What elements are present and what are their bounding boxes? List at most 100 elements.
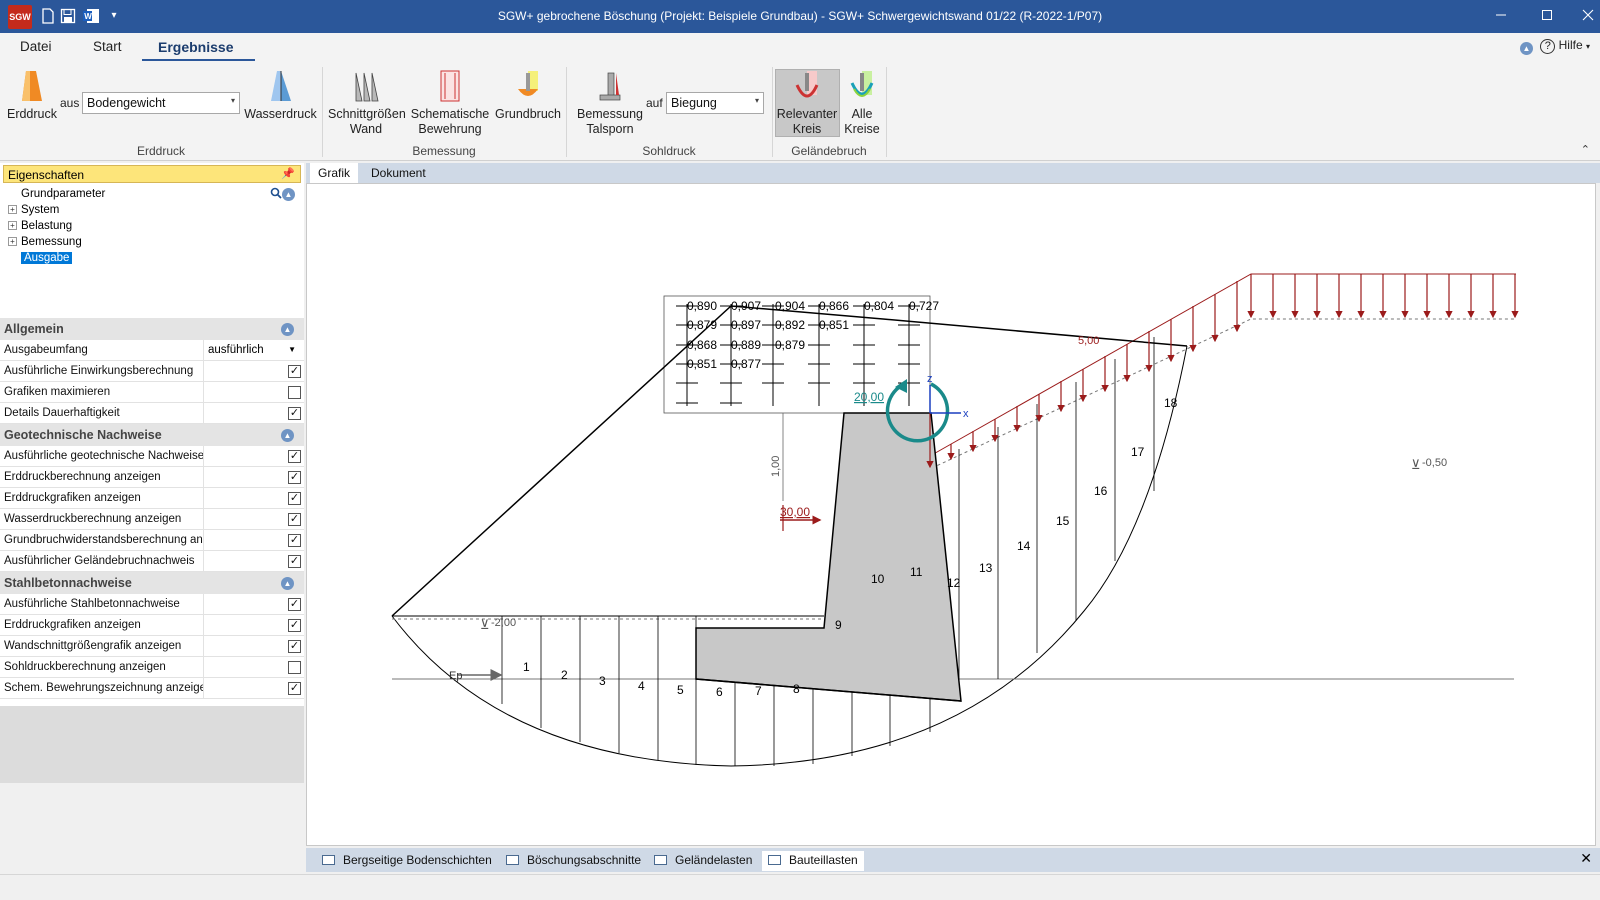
help-link[interactable]: Hilfe [1559, 38, 1583, 52]
auf-select[interactable]: Biegung ▾ [666, 92, 764, 114]
prop-row: Erddruckgrafiken anzeigen ✓ [0, 488, 304, 509]
load-label-5: 5,00 [1078, 335, 1099, 347]
checkbox[interactable]: ✓ [288, 471, 301, 484]
checkbox[interactable]: ✓ [288, 682, 301, 695]
tab-label: Böschungsabschnitte [527, 853, 642, 867]
erddruck-button[interactable]: Erddruck [5, 69, 59, 122]
prop-row: Ausführlicher Geländebruchnachweis ✓ [0, 551, 304, 572]
bemessung-label-2: Talsporn [586, 122, 634, 136]
wasserdruck-button[interactable]: Wasserdruck [243, 69, 318, 122]
checkbox[interactable]: ✓ [288, 598, 301, 611]
collapse-ribbon-icon[interactable]: ⌃ [1581, 143, 1590, 156]
help-icon[interactable]: ? [1540, 39, 1556, 54]
tab-gelaendelasten[interactable]: Geländelasten [648, 851, 758, 871]
group-bemessung-label: Bemessung [412, 144, 476, 158]
chevron-down-icon: ▼ [288, 345, 296, 354]
util-value: 0,892 [775, 318, 805, 332]
status-bar [0, 874, 1600, 900]
prop-row: Ausführliche geotechnische Nachweise ✓ [0, 446, 304, 467]
relevanter-kreis-button[interactable]: Relevanter Kreis [774, 69, 840, 137]
water-pressure-icon [270, 71, 291, 101]
prop-label: Ausgabeumfang [4, 344, 88, 356]
prop-label: Ausführliche Einwirkungsberechnung [4, 365, 194, 377]
collapse-up-icon[interactable]: ▲ [281, 577, 294, 590]
prop-row: Details Dauerhaftigkeit ✓ [0, 403, 304, 424]
checkbox[interactable]: ✓ [288, 534, 301, 547]
relevant-circle-icon [795, 71, 819, 98]
checkbox[interactable]: ✓ [288, 513, 301, 526]
prop-row: Ausführliche Stahlbetonnachweise ✓ [0, 594, 304, 615]
group-sohldruck-label: Sohldruck [642, 144, 696, 158]
graphics-canvas[interactable]: 0,890 0,907 0,904 0,866 0,804 0,727 0,87… [306, 183, 1596, 846]
checkbox[interactable]: ✓ [288, 492, 301, 505]
checkbox[interactable] [288, 386, 301, 399]
util-value: 0,851 [819, 318, 849, 332]
alle-kreise-button[interactable]: Alle Kreise [842, 69, 882, 137]
expand-icon[interactable]: + [8, 205, 17, 214]
checkbox[interactable]: ✓ [288, 640, 301, 653]
maximize-icon[interactable] [1535, 6, 1559, 28]
tab-start[interactable]: Start [93, 39, 122, 54]
tree-node-bemessung[interactable]: + Bemessung [8, 236, 82, 248]
tab-bauteillasten[interactable]: Bauteillasten [762, 851, 864, 871]
grundbruch-button[interactable]: Grundbruch [494, 69, 562, 122]
search-icon[interactable] [270, 187, 282, 202]
collapse-up-icon[interactable]: ▲ [281, 429, 294, 442]
pin-icon[interactable]: 📌 [281, 167, 295, 180]
checkbox[interactable]: ✓ [288, 365, 301, 378]
prop-row: Erddruckgrafiken anzeigen ✓ [0, 615, 304, 636]
prop-label: Ausführliche geotechnische Nachweise [4, 450, 204, 462]
slice-number: 17 [1131, 445, 1145, 459]
expand-icon[interactable]: + [8, 237, 17, 246]
tree-node-ausgabe[interactable]: Ausgabe [8, 252, 73, 264]
section-allgemein[interactable]: Allgemein ▲ [0, 318, 304, 340]
tab-dokument[interactable]: Dokument [363, 163, 434, 183]
checkbox[interactable]: ✓ [288, 450, 301, 463]
collapse-up-icon[interactable]: ▲ [282, 188, 295, 201]
slice-number: 6 [716, 685, 723, 699]
util-value: 0,804 [864, 299, 894, 313]
prop-label: Grafiken maximieren [4, 386, 111, 398]
checkbox[interactable]: ✓ [288, 555, 301, 568]
bemessung-talsporn-button[interactable]: Bemessung Talsporn [572, 69, 648, 137]
help-dropdown-icon[interactable]: ▾ [1586, 42, 1590, 51]
checkbox[interactable]: ✓ [288, 619, 301, 632]
property-tree: Grundparameter + System + Belastung + Bemes… [0, 185, 304, 281]
tab-ergebnisse[interactable]: Ergebnisse [158, 39, 233, 55]
tab-boeschungsabschnitte[interactable]: Böschungsabschnitte [500, 851, 647, 871]
schem-label-2: Bewehrung [418, 122, 482, 136]
tree-node-belastung[interactable]: + Belastung [8, 220, 72, 232]
tree-node-grundparameter[interactable]: Grundparameter [8, 188, 105, 200]
util-value: 0,879 [775, 338, 805, 352]
close-icon[interactable]: ✕ [1580, 850, 1592, 867]
util-value: 0,851 [687, 357, 717, 371]
group-erddruck-label: Erddruck [136, 144, 186, 158]
close-icon[interactable] [1580, 6, 1596, 28]
all-circles-icon [850, 71, 874, 97]
tab-bergseitige-bodenschichten[interactable]: Bergseitige Bodenschichten [316, 851, 498, 871]
ausgabeumfang-select[interactable]: ausführlich ▼ [203, 340, 304, 360]
water-level-icon: ⊻ [1411, 457, 1421, 472]
gravity-wall [695, 412, 962, 702]
slice-number: 11 [910, 565, 923, 579]
properties-panel: Eigenschaften 📌 Grundparameter + System +… [0, 163, 304, 783]
checkbox[interactable]: ✓ [288, 407, 301, 420]
property-grid: Allgemein ▲ Ausgabeumfang ausführlich ▼ Aus… [0, 318, 304, 699]
expand-icon[interactable]: + [8, 221, 17, 230]
slope-stability-drawing: 0,890 0,907 0,904 0,866 0,804 0,727 0,87… [391, 273, 1519, 767]
section-stahlbetonnachweise[interactable]: Stahlbetonnachweise ▲ [0, 572, 304, 594]
tab-grafik[interactable]: Grafik [310, 163, 359, 183]
schnittgroessen-wand-button[interactable]: Schnittgrößen Wand [328, 69, 406, 137]
minimize-icon[interactable] [1489, 6, 1513, 28]
collapse-icon[interactable]: ▲ [1519, 42, 1533, 55]
aus-select[interactable]: Bodengewicht ▾ [82, 92, 240, 114]
collapse-up-icon[interactable]: ▲ [281, 323, 294, 336]
section-geotechnische-nachweise[interactable]: Geotechnische Nachweise ▲ [0, 424, 304, 446]
tree-node-system[interactable]: + System [8, 204, 59, 216]
schem-label-1: Schematische [410, 107, 490, 121]
alle-label-2: Kreise [844, 122, 880, 136]
checkbox[interactable] [288, 661, 301, 674]
schematische-bewehrung-button[interactable]: Schematische Bewehrung [410, 69, 490, 137]
tab-datei[interactable]: Datei [20, 39, 52, 54]
prop-row: Ausgabeumfang ausführlich ▼ [0, 340, 304, 361]
